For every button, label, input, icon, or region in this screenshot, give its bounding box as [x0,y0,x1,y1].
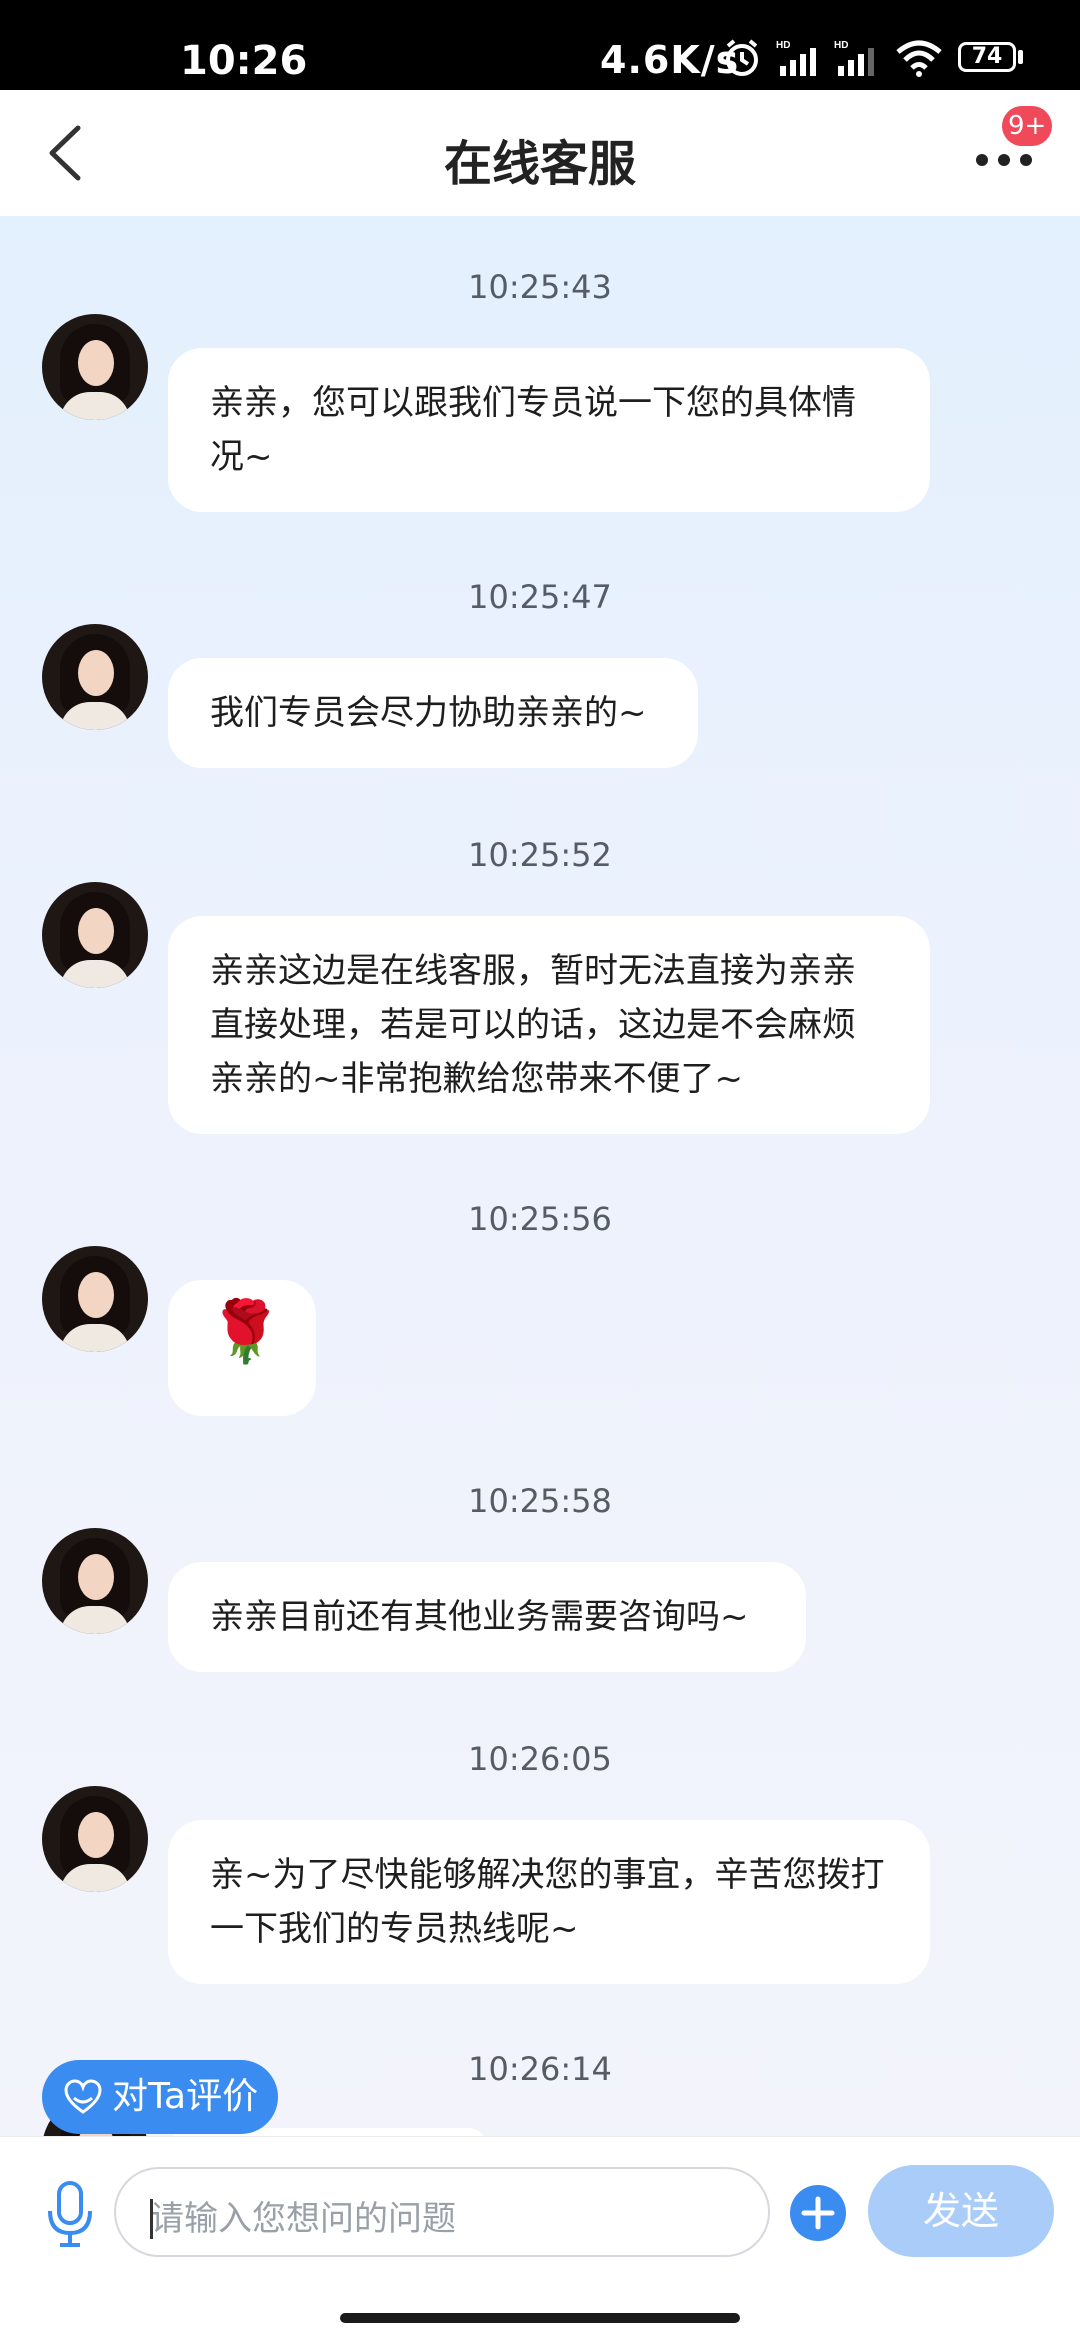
signal-icon: HD [776,40,816,76]
wifi-icon [896,40,942,77]
message-input[interactable]: 请输入您想问的问题 [114,2167,770,2257]
agent-avatar[interactable] [42,882,148,988]
heart-badge-icon [64,2079,102,2114]
agent-avatar[interactable] [42,1786,148,1892]
rate-agent-button[interactable]: 对Ta评价 [42,2060,278,2134]
text-caret [150,2199,153,2239]
agent-avatar[interactable] [42,624,148,730]
notification-badge: 9+ [1002,106,1053,146]
input-bar: 请输入您想问的问题 发送 [0,2136,1080,2341]
network-speed: 4.6K/s [600,38,740,82]
chat-area[interactable]: 10:25:43 亲亲，您可以跟我们专员说一下您的具体情况~ 10:25:47 … [0,216,1080,2136]
svg-text:HD: HD [776,40,790,51]
svg-text:HD: HD [834,40,848,51]
status-time: 10:26 [180,38,308,84]
send-button[interactable]: 发送 [868,2165,1054,2257]
home-indicator[interactable] [340,2313,740,2323]
page-title: 在线客服 [443,136,636,192]
alarm-icon [726,39,758,76]
battery-icon: 74 [958,38,1026,78]
status-bar: 10:26 4.6K/s HD HD 74 [0,0,1080,90]
message-bubble: 我们专员会尽力协助亲亲的~ [168,658,698,768]
agent-avatar[interactable] [42,1528,148,1634]
message-bubble: 亲~为了尽快能够解决您的事宜，辛苦您拨打一下我们的专员热线呢~ [168,1820,930,1984]
signal-icon: HD [834,40,874,76]
message-timestamp: 10:25:56 [468,1200,612,1238]
mic-icon[interactable] [44,2179,96,2251]
agent-avatar[interactable] [42,314,148,420]
message-timestamp: 10:26:05 [468,1740,612,1778]
message-timestamp: 10:25:58 [468,1482,612,1520]
message-timestamp: 10:25:43 [468,268,612,306]
message-bubble: 亲亲这边是在线客服，暂时无法直接为亲亲直接处理，若是可以的话，这边是不会麻烦亲亲… [168,916,930,1134]
more-icon[interactable] [970,140,1040,180]
message-bubble: 亲亲目前还有其他业务需要咨询吗~ [168,1562,806,1672]
app-header: 在线客服 [0,90,1080,217]
rose-emoji-message: 🌹 [168,1280,316,1416]
message-bubble: 亲亲，您可以跟我们专员说一下您的具体情况~ [168,348,930,512]
message-timestamp: 10:25:47 [468,578,612,616]
plus-icon[interactable] [788,2183,848,2243]
rate-agent-label: 对Ta评价 [112,2076,259,2117]
agent-avatar[interactable] [42,1246,148,1352]
message-timestamp: 10:25:52 [468,836,612,874]
battery-level: 74 [971,44,1003,69]
